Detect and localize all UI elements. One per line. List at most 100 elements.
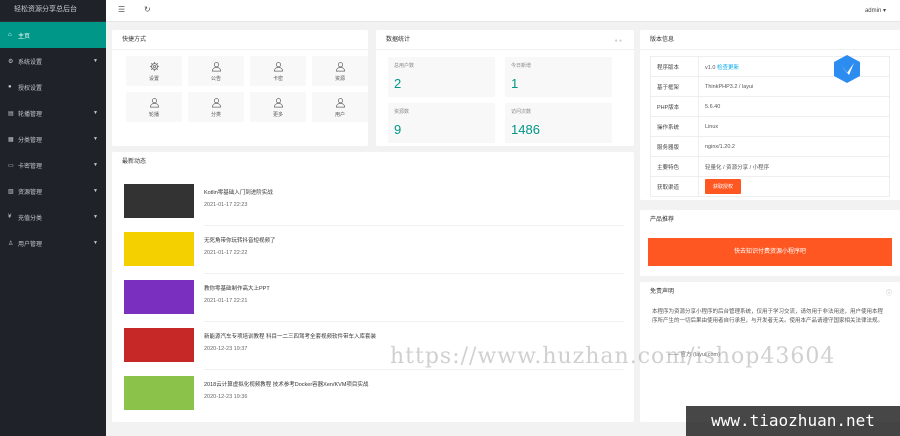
news-item[interactable]: 2018云计算虚拟化视频教程 技术参考Docker容器Xen/KVM项目实战 20… — [124, 376, 624, 412]
news-item[interactable]: 无死角带你玩转抖音短视频了 2021-01-17 22:22 — [124, 232, 624, 274]
divider — [204, 321, 624, 322]
info-key: 获取渠道 — [650, 176, 699, 197]
sidebar-item-label: 主页 — [18, 33, 31, 40]
news-title: 最新动态 — [122, 159, 147, 165]
gear-icon: ⚙ — [8, 58, 14, 65]
chevron-down-icon: ▼ — [93, 136, 98, 142]
news-date: 2021-01-17 22:22 — [204, 250, 248, 256]
news-title-text[interactable]: 新能源汽车专项培训教程 科目一二三四驾考全套视频软件带车入库套装 — [204, 332, 376, 340]
notice-text: 本程序为资源分享小程序的后台管理系统，仅用于学习交流，请勿用于非法用途，用户使用… — [652, 309, 884, 324]
sidebar-item-2[interactable]: ● 授权设置 — [0, 74, 106, 100]
quick-item[interactable]: 用户 — [312, 92, 368, 122]
check-update-link[interactable]: 检查更新 — [717, 65, 739, 71]
promo-button[interactable]: 快去知识付费资源小程序吧 — [648, 238, 892, 266]
info-row: 获取渠道 获取授权 — [650, 176, 890, 197]
news-item[interactable]: 教你零基础制作高大上PPT 2021-01-17 22:21 — [124, 280, 624, 322]
quick-item[interactable]: 卡密 — [250, 56, 306, 86]
info-value: 轻量化 / 资源分享 / 小程序 — [705, 164, 770, 171]
sidebar-item-5[interactable]: ▭ 卡密管理 ▼ — [0, 152, 106, 178]
sidebar-item-label: 授权设置 — [18, 85, 43, 92]
user-icon — [149, 97, 159, 107]
news-thumbnail[interactable] — [124, 184, 194, 218]
promo-title: 产品推荐 — [650, 217, 675, 223]
stat-value: 1486 — [511, 122, 540, 137]
stat-label: 资源数 — [394, 109, 410, 115]
resource-icon: ▧ — [8, 188, 14, 195]
user-menu[interactable]: admin ▾ — [865, 7, 886, 14]
news-title-text[interactable]: 教你零基础制作高大上PPT — [204, 284, 270, 292]
info-key: 基于框架 — [650, 76, 699, 97]
divider — [204, 273, 624, 274]
menu-toggle-icon[interactable]: ☰ — [118, 5, 125, 14]
stat-tile: 今日新增 1 — [505, 57, 612, 97]
help-icon[interactable]: ⓘ — [886, 288, 892, 297]
quick-item-label: 用户 — [334, 111, 345, 118]
refresh-icon[interactable]: ↻ — [144, 5, 151, 14]
user-icon — [335, 97, 345, 107]
sidebar-item-0[interactable]: ⌂ 主页 — [0, 22, 106, 48]
dot-icon: ● — [8, 84, 12, 90]
info-row: 服务器版 nginx/1.20.2 — [650, 136, 890, 157]
sidebar-item-label: 资源管理 — [18, 189, 43, 196]
info-cell: nginx/1.20.2 — [698, 136, 890, 157]
sidebar-item-7[interactable]: ¥ 充值分类 ▼ — [0, 204, 106, 230]
watermark-url: https://www.huzhan.com/ishop43604 — [390, 344, 836, 369]
sidebar-item-label: 轮播管理 — [18, 111, 43, 118]
news-thumbnail[interactable] — [124, 232, 194, 266]
sidebar-item-4[interactable]: ▦ 分类管理 ▼ — [0, 126, 106, 152]
stat-tile: 访问次数 1486 — [505, 103, 612, 143]
chevron-down-icon: ▼ — [93, 162, 98, 168]
quick-item-label: 资源 — [334, 75, 345, 82]
sidebar-item-label: 分类管理 — [18, 137, 43, 144]
quick-item-label: 卡密 — [272, 75, 283, 82]
news-thumbnail[interactable] — [124, 376, 194, 410]
quick-item-label: 分类 — [210, 111, 221, 118]
info-row: 操作系统 Linux — [650, 116, 890, 137]
promo-card: 产品推荐 快去知识付费资源小程序吧 — [640, 210, 900, 276]
quick-item[interactable]: 更多 — [250, 92, 306, 122]
divider — [204, 369, 624, 370]
user-icon — [273, 97, 283, 107]
news-item[interactable]: Kotlin零基础入门到进阶实战 2021-01-17 22:23 — [124, 184, 624, 226]
info-key: 服务器版 — [650, 136, 699, 157]
category-icon: ▦ — [8, 136, 14, 143]
user-icon — [273, 61, 283, 71]
sidebar-item-6[interactable]: ▧ 资源管理 ▼ — [0, 178, 106, 204]
info-cell: Linux — [698, 116, 890, 137]
divider — [204, 225, 624, 226]
home-icon: ⌂ — [8, 32, 12, 38]
info-value: ThinkPHP3.2 / layui — [705, 83, 754, 90]
news-date: 2021-01-17 22:23 — [204, 202, 248, 208]
quick-item[interactable]: 资源 — [312, 56, 368, 86]
news-card: 最新动态 Kotlin零基础入门到进阶实战 2021-01-17 22:23 无死角… — [112, 152, 634, 422]
sidebar-item-8[interactable]: ♙ 用户管理 ▼ — [0, 230, 106, 256]
news-title-text[interactable]: 无死角带你玩转抖音短视频了 — [204, 236, 276, 244]
sidebar-item-3[interactable]: ▤ 轮播管理 ▼ — [0, 100, 106, 126]
chevron-down-icon: ▼ — [93, 58, 98, 64]
news-thumbnail[interactable] — [124, 328, 194, 362]
slides-icon: ▤ — [8, 110, 14, 117]
quick-item[interactable]: 轮播 — [126, 92, 182, 122]
top-header: ☰ ↻ admin ▾ — [106, 0, 900, 22]
quick-item-label: 设置 — [148, 75, 159, 82]
app-title: 轻松资源分享总后台 — [0, 0, 106, 22]
quick-item[interactable]: 分类 — [188, 92, 244, 122]
get-license-button[interactable]: 获取授权 — [705, 179, 742, 194]
sidebar-item-label: 系统设置 — [18, 59, 43, 66]
quick-item[interactable]: 公告 — [188, 56, 244, 86]
info-row: 主要特色 轻量化 / 资源分享 / 小程序 — [650, 156, 890, 177]
sidebar-item-label: 卡密管理 — [18, 163, 43, 170]
news-thumbnail[interactable] — [124, 280, 194, 314]
news-title-text[interactable]: Kotlin零基础入门到进阶实战 — [204, 188, 273, 196]
carousel-dots[interactable]: ● ● — [615, 38, 622, 44]
user-icon — [211, 97, 221, 107]
news-title-text[interactable]: 2018云计算虚拟化视频教程 技术参考Docker容器Xen/KVM项目实战 — [204, 380, 368, 388]
quick-item[interactable]: 设置 — [126, 56, 182, 86]
info-value: 5.6.40 — [705, 103, 721, 110]
news-date: 2020-12-23 19:36 — [204, 394, 248, 400]
card-icon: ▭ — [8, 162, 14, 169]
sidebar-item-1[interactable]: ⚙ 系统设置 ▼ — [0, 48, 106, 74]
info-row: PHP版本 5.6.40 — [650, 96, 890, 117]
sidebar-item-label: 用户管理 — [18, 241, 43, 248]
sidebar: 轻松资源分享总后台 ⌂ 主页 ⚙ 系统设置 ▼ ● 授权设置 ▤ 轮播管理 ▼ ▦ 分类管理 ▼ ▭ 卡密管… — [0, 0, 106, 436]
